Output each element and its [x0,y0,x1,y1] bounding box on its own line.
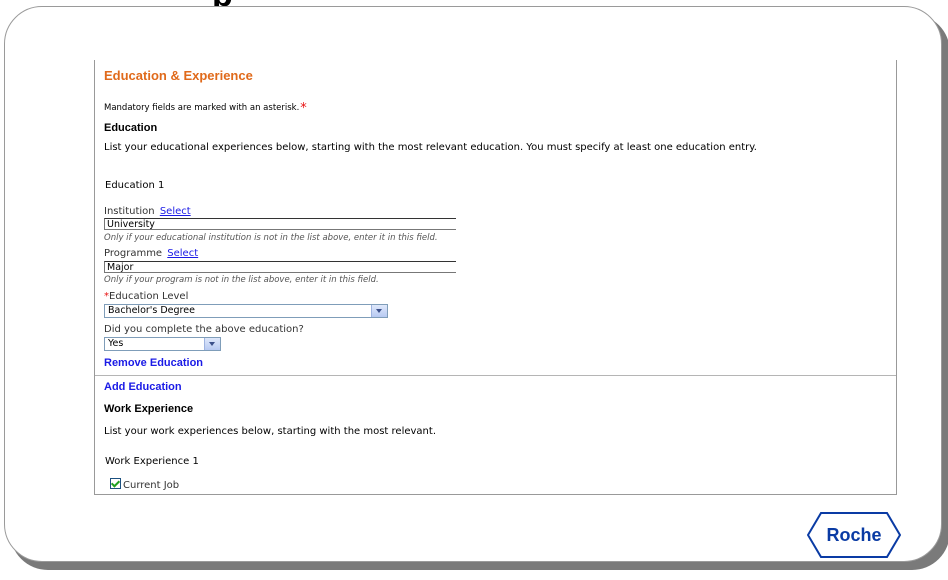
education-level-value: Bachelor's Degree [108,305,195,316]
institution-select-link[interactable]: Select [160,206,191,217]
completed-label: Did you complete the above education? [104,324,304,335]
institution-label-text: Institution [104,206,155,217]
completed-value: Yes [108,338,124,349]
education-level-label-text: Education Level [109,291,189,302]
application-form: Education & Experience Mandatory fields … [94,60,897,495]
completed-select[interactable]: Yes [104,337,221,351]
education-heading: Education [104,122,158,134]
add-education-link[interactable]: Add Education [104,381,182,393]
programme-input[interactable]: Major [104,261,456,273]
programme-label-text: Programme [104,248,163,259]
work-experience-entry-title: Work Experience 1 [105,456,199,467]
education-level-select[interactable]: Bachelor's Degree [104,304,388,318]
institution-label: Institution Select [104,206,191,217]
current-job-checkbox[interactable] [110,478,121,489]
institution-input[interactable]: University [104,218,456,230]
programme-hint: Only if your program is not in the list … [104,275,379,285]
programme-label: Programme Select [104,248,198,259]
asterisk-icon: * [300,101,307,116]
chevron-down-icon[interactable] [204,338,220,350]
remove-education-link[interactable]: Remove Education [104,357,203,369]
current-job-row: Current Job [110,478,179,491]
institution-hint: Only if your educational institution is … [104,233,438,243]
current-job-label: Current Job [123,480,180,491]
work-experience-description: List your work experiences below, starti… [104,426,436,437]
education-entry-title: Education 1 [105,180,165,191]
education-description: List your educational experiences below,… [104,142,757,153]
roche-logo-text: Roche [826,525,882,545]
mandatory-note: Mandatory fields are marked with an aste… [104,101,307,116]
education-level-label: *Education Level [104,291,188,302]
programme-select-link[interactable]: Select [167,248,198,259]
work-experience-heading: Work Experience [104,403,194,415]
section-divider [95,375,896,376]
section-title: Education & Experience [104,68,253,83]
mandatory-note-text: Mandatory fields are marked with an aste… [104,103,300,113]
roche-logo: Roche [806,512,902,558]
chevron-down-icon[interactable] [371,305,387,317]
